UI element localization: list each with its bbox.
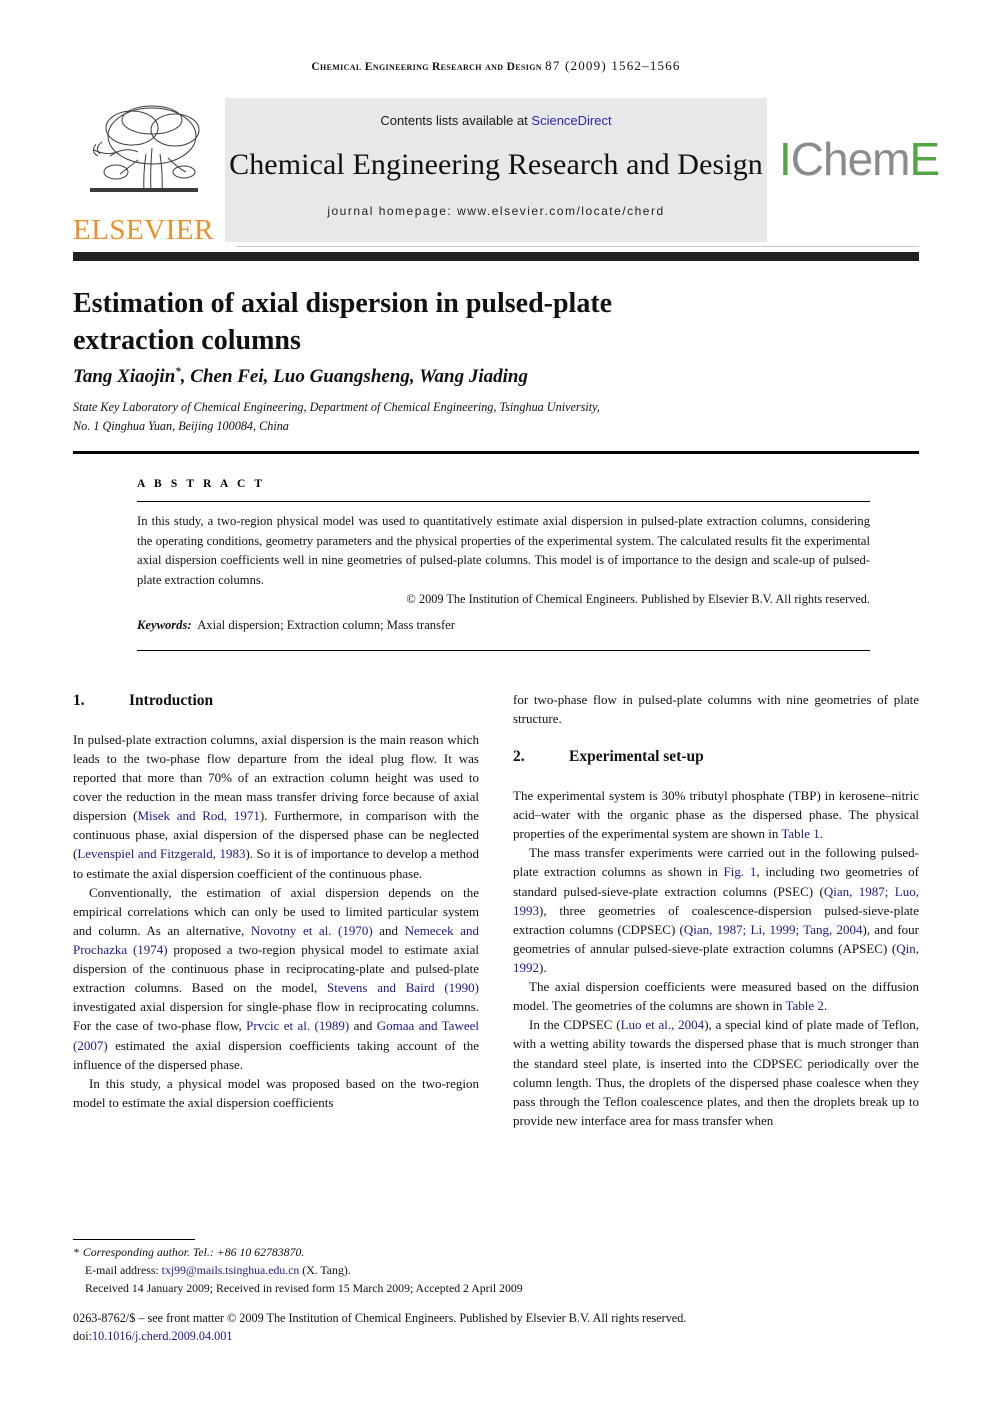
text-run: . xyxy=(819,826,824,842)
contents-prefix: Contents lists available at xyxy=(380,113,532,128)
keywords-label: Keywords: xyxy=(137,618,192,632)
article-page: Chemical Engineering Research and Design… xyxy=(0,0,992,1403)
doi-link[interactable]: 10.1016/j.cherd.2009.04.001 xyxy=(92,1329,232,1343)
citation-link[interactable]: Misek and Rod, 1971 xyxy=(138,808,260,823)
icheme-e: E xyxy=(909,133,941,185)
section-title-1: Introduction xyxy=(129,692,214,709)
email-link[interactable]: txj99@mails.tsinghua.edu.cn xyxy=(162,1263,300,1277)
footnote-rule xyxy=(73,1239,195,1240)
elsevier-tree-icon xyxy=(80,98,206,210)
citation-link[interactable]: Prvcic et al. (1989) xyxy=(246,1018,349,1033)
text-run: ). xyxy=(539,959,547,975)
text-run: The experimental system is 30% tributyl … xyxy=(513,788,919,842)
abstract-label: A B S T R A C T xyxy=(137,478,266,490)
paragraph-continued: for two-phase flow in pulsed-plate colum… xyxy=(513,690,919,728)
article-history: Received 14 January 2009; Received in re… xyxy=(85,1280,523,1295)
icheme-i: I xyxy=(779,133,792,185)
paragraph: The experimental system is 30% tributyl … xyxy=(513,786,919,843)
body-column-right: for two-phase flow in pulsed-plate colum… xyxy=(513,690,919,1130)
contents-available-line: Contents lists available at ScienceDirec… xyxy=(225,113,767,128)
paragraph: Conventionally, the estimation of axial … xyxy=(73,883,479,1074)
abstract-copyright: © 2009 The Institution of Chemical Engin… xyxy=(406,592,870,606)
citation-link[interactable]: Novotny et al. (1970) xyxy=(251,923,373,938)
running-head: Chemical Engineering Research and Design… xyxy=(0,58,992,74)
paragraph: In pulsed-plate extraction columns, axia… xyxy=(73,730,479,883)
journal-title: Chemical Engineering Research and Design xyxy=(229,148,763,181)
author-name: Wang Jiading xyxy=(419,366,528,388)
text-run: The axial dispersion coefficients were m… xyxy=(513,979,919,1014)
section-number-1: 1. xyxy=(73,692,85,709)
article-title: Estimation of axial dispersion in pulsed… xyxy=(73,287,613,357)
issn-copyright-line: 0263-8762/$ – see front matter © 2009 Th… xyxy=(73,1311,687,1325)
journal-band: Contents lists available at ScienceDirec… xyxy=(225,98,767,242)
table-link[interactable]: Table 1 xyxy=(781,826,819,841)
email-note: E-mail address: txj99@mails.tsinghua.edu… xyxy=(73,1262,919,1280)
affiliation-line-1: State Key Laboratory of Chemical Enginee… xyxy=(73,400,600,414)
email-suffix: (X. Tang). xyxy=(299,1262,351,1277)
masthead-black-bar xyxy=(73,252,919,261)
masthead-hairline xyxy=(236,246,919,247)
paragraph: In the CDPSEC (Luo et al., 2004), a spec… xyxy=(513,1015,919,1130)
body-column-left: 1. Introduction In pulsed-plate extracti… xyxy=(73,690,479,1112)
running-head-volume: 87 (2009) 1562–1566 xyxy=(545,58,681,73)
corresponding-author-text: Corresponding author. Tel.: +86 10 62783… xyxy=(82,1245,305,1259)
doi-label: doi: xyxy=(73,1329,92,1344)
section-number-2: 2. xyxy=(513,748,525,766)
paragraph: In this study, a physical model was prop… xyxy=(73,1074,479,1112)
doi-line: doi:10.1016/j.cherd.2009.04.001 xyxy=(73,1327,919,1345)
corresponding-author-marker: * xyxy=(175,366,181,378)
legal-block: 0263-8762/$ – see front matter © 2009 Th… xyxy=(73,1309,919,1346)
table-link[interactable]: Table 2 xyxy=(785,998,823,1013)
icheme-logo[interactable]: IChemE xyxy=(779,133,940,185)
elsevier-logo[interactable]: ELSEVIER xyxy=(73,96,213,248)
text-run: for two-phase flow in pulsed-plate colum… xyxy=(513,692,919,727)
author-name: Tang Xiaojin xyxy=(73,366,176,388)
elsevier-wordmark: ELSEVIER xyxy=(73,214,214,246)
text-run: In this study, a physical model was prop… xyxy=(73,1075,479,1110)
author-name: Luo Guangsheng xyxy=(273,366,410,388)
text-run: ), a special kind of plate made of Teflo… xyxy=(513,1017,919,1128)
abstract-top-rule xyxy=(73,451,919,454)
affiliation: State Key Laboratory of Chemical Enginee… xyxy=(73,398,773,436)
abstract-body: In this study, a two-region physical mod… xyxy=(137,514,870,587)
text-run: . xyxy=(823,998,828,1014)
running-head-journal: Chemical Engineering Research and Design xyxy=(311,61,542,73)
asterisk-icon: * xyxy=(73,1245,79,1259)
abstract-inner-rule xyxy=(137,501,870,503)
author-list: Tang Xiaojin*, Chen Fei, Luo Guangsheng,… xyxy=(73,366,773,388)
journal-homepage-link[interactable]: journal homepage: www.elsevier.com/locat… xyxy=(225,204,767,218)
figure-link[interactable]: Fig. 1 xyxy=(724,864,757,879)
citation-link[interactable]: Levenspiel and Fitzgerald, 1983 xyxy=(77,846,245,861)
text-run: and xyxy=(349,1018,377,1034)
icheme-chem: Chem xyxy=(790,133,911,185)
citation-link[interactable]: Luo et al., 2004 xyxy=(621,1017,705,1032)
author-name: Chen Fei xyxy=(190,366,264,388)
footnote-block: * Corresponding author. Tel.: +86 10 6278… xyxy=(73,1244,919,1298)
citation-link[interactable]: Stevens and Baird (1990) xyxy=(327,980,479,995)
text-run: In the CDPSEC ( xyxy=(529,1017,621,1033)
sciencedirect-link[interactable]: ScienceDirect xyxy=(531,113,611,128)
section-heading-experimental-setup: 2. Experimental set-up xyxy=(513,746,919,769)
text-run: and xyxy=(372,922,405,938)
paragraph: The mass transfer experiments were carri… xyxy=(513,843,919,977)
corresponding-author-note: * Corresponding author. Tel.: +86 10 6278… xyxy=(73,1244,919,1262)
section-heading-introduction: 1. Introduction xyxy=(73,690,479,713)
citation-link[interactable]: Qian, 1987; Li, 1999; Tang, 2004 xyxy=(684,922,863,937)
author-names: Tang Xiaojin*, Chen Fei, Luo Guangsheng,… xyxy=(73,366,528,388)
email-label: E-mail address: xyxy=(85,1262,162,1277)
abstract-bottom-rule xyxy=(137,650,870,652)
keywords: Keywords: Axial dispersion; Extraction c… xyxy=(137,618,870,633)
affiliation-line-2: No. 1 Qinghua Yuan, Beijing 100084, Chin… xyxy=(73,418,289,433)
keywords-value: Axial dispersion; Extraction column; Mas… xyxy=(197,618,455,632)
paragraph: The axial dispersion coefficients were m… xyxy=(513,977,919,1015)
text-run: estimated the axial dispersion coefficie… xyxy=(73,1037,479,1072)
masthead: ELSEVIER Contents lists available at Sci… xyxy=(73,96,940,248)
section-title-2: Experimental set-up xyxy=(569,748,704,766)
